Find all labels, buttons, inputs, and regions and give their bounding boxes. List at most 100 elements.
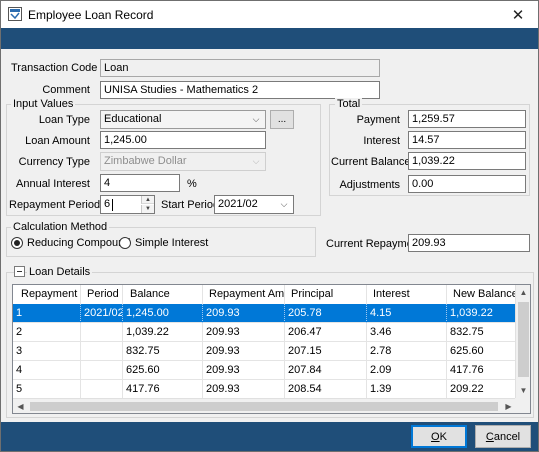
column-header[interactable]: Repayment # — [13, 285, 81, 304]
scroll-thumb[interactable] — [518, 302, 529, 377]
simple-interest-radio[interactable]: Simple Interest — [119, 237, 208, 249]
loan-type-value: Educational — [104, 113, 162, 125]
transaction-code-label: Transaction Code — [11, 62, 98, 74]
loan-type-label: Loan Type — [38, 114, 90, 126]
annual-interest-field[interactable]: 4 — [100, 174, 180, 192]
chevron-down-icon: ⌵ — [252, 114, 260, 124]
ok-button[interactable]: OK — [411, 425, 467, 448]
loan-type-select[interactable]: Educational ⌵ — [100, 110, 266, 129]
chevron-down-icon: ⌵ — [280, 199, 288, 209]
calculation-method-title: Calculation Method — [11, 221, 110, 233]
table-cell: 1 — [13, 304, 81, 323]
currency-type-value: Zimbabwe Dollar — [104, 155, 187, 167]
reducing-compound-label: Reducing Compound — [27, 237, 131, 249]
start-period-label: Start Period — [161, 199, 220, 211]
table-cell: 4 — [13, 361, 81, 380]
window-title: Employee Loan Record — [28, 8, 154, 22]
radio-selected-icon — [11, 237, 23, 249]
table-cell: 209.93 — [203, 361, 285, 380]
interest-label: Interest — [363, 135, 400, 147]
table-cell: 2021/02 — [81, 304, 123, 323]
table-cell: 207.84 — [285, 361, 367, 380]
annual-interest-label: Annual Interest — [16, 178, 90, 190]
table-cell: 4.15 — [367, 304, 447, 323]
scroll-down-icon[interactable]: ▼ — [516, 383, 530, 398]
table-row[interactable]: 2 1,039.22 209.93 206.47 3.46 832.75 — [13, 323, 516, 342]
start-period-select[interactable]: 2021/02 ⌵ — [214, 195, 294, 214]
employee-loan-dialog: Employee Loan Record ✕ Transaction Code … — [0, 0, 539, 452]
table-cell: 206.47 — [285, 323, 367, 342]
table-cell: 209.93 — [203, 342, 285, 361]
app-icon — [8, 7, 22, 21]
loan-details-grid[interactable]: Repayment # Period Balance Repayment Amn… — [12, 284, 531, 414]
cancel-label-rest: ancel — [493, 430, 521, 443]
table-row[interactable]: 5 417.76 209.93 208.54 1.39 209.22 — [13, 380, 516, 399]
table-cell: 209.93 — [203, 380, 285, 399]
column-header[interactable]: New Balance — [447, 285, 516, 304]
payment-field[interactable]: 1,259.57 — [408, 110, 526, 128]
loan-type-browse-button[interactable]: ... — [270, 110, 294, 129]
ok-accelerator: O — [431, 430, 440, 443]
current-balance-label: Current Balance — [331, 156, 411, 168]
scroll-right-icon[interactable]: ▶ — [501, 399, 516, 413]
column-header[interactable]: Principal — [285, 285, 367, 304]
collapse-icon[interactable] — [14, 266, 25, 277]
scroll-thumb[interactable] — [30, 402, 498, 411]
repayment-periods-value: 6 — [104, 198, 111, 210]
adjustments-label: Adjustments — [339, 179, 400, 191]
repayment-periods-stepper[interactable]: 6 ▲ ▼ — [100, 195, 155, 214]
current-balance-field[interactable]: 1,039.22 — [408, 152, 526, 170]
table-cell: 207.15 — [285, 342, 367, 361]
comment-field[interactable]: UNISA Studies - Mathematics 2 — [100, 81, 380, 99]
scroll-up-icon[interactable]: ▲ — [516, 285, 530, 300]
scroll-left-icon[interactable]: ◀ — [13, 399, 28, 413]
table-cell: 209.93 — [203, 323, 285, 342]
table-row[interactable]: 4 625.60 209.93 207.84 2.09 417.76 — [13, 361, 516, 380]
scrollbar-corner — [515, 398, 530, 413]
adjustments-field[interactable]: 0.00 — [408, 175, 526, 193]
close-button[interactable]: ✕ — [498, 1, 538, 28]
vertical-scrollbar[interactable]: ▲ ▼ — [515, 285, 530, 398]
percent-unit: % — [187, 178, 197, 190]
table-cell — [81, 323, 123, 342]
header-band — [1, 28, 538, 49]
title-bar: Employee Loan Record ✕ — [1, 1, 538, 28]
transaction-code-field[interactable]: Loan — [100, 59, 380, 77]
table-cell: 1,039.22 — [447, 304, 516, 323]
table-cell: 1.39 — [367, 380, 447, 399]
table-row[interactable]: 1 2021/02 1,245.00 209.93 205.78 4.15 1,… — [13, 304, 516, 323]
interest-field[interactable]: 14.57 — [408, 131, 526, 149]
stepper-down-icon[interactable]: ▼ — [141, 205, 154, 213]
table-cell: 209.22 — [447, 380, 516, 399]
cancel-button[interactable]: Cancel — [475, 425, 531, 448]
table-cell: 3.46 — [367, 323, 447, 342]
currency-type-select[interactable]: Zimbabwe Dollar ⌵ — [100, 152, 266, 171]
table-cell: 2 — [13, 323, 81, 342]
current-repayment-field[interactable]: 209.93 — [408, 234, 530, 252]
table-cell: 2.09 — [367, 361, 447, 380]
table-cell: 5 — [13, 380, 81, 399]
ok-label-rest: K — [439, 430, 447, 443]
table-cell: 209.93 — [203, 304, 285, 323]
loan-amount-field[interactable]: 1,245.00 — [100, 131, 266, 149]
column-header[interactable]: Interest — [367, 285, 447, 304]
total-title: Total — [335, 98, 363, 110]
table-cell: 832.75 — [123, 342, 203, 361]
column-header[interactable]: Balance — [123, 285, 203, 304]
table-cell: 1,039.22 — [123, 323, 203, 342]
payment-label: Payment — [356, 114, 400, 126]
simple-interest-label: Simple Interest — [135, 237, 209, 249]
column-header[interactable]: Period — [81, 285, 123, 304]
reducing-compound-radio[interactable]: Reducing Compound — [11, 237, 130, 249]
comment-label: Comment — [42, 84, 90, 96]
stepper-up-icon[interactable]: ▲ — [141, 196, 154, 204]
text-caret — [112, 199, 113, 211]
radio-unselected-icon — [119, 237, 131, 249]
table-cell: 417.76 — [123, 380, 203, 399]
horizontal-scrollbar[interactable]: ◀ ▶ — [13, 398, 516, 413]
table-cell: 625.60 — [447, 342, 516, 361]
column-header[interactable]: Repayment Amnt — [203, 285, 285, 304]
table-cell: 1,245.00 — [123, 304, 203, 323]
table-row[interactable]: 3 832.75 209.93 207.15 2.78 625.60 — [13, 342, 516, 361]
loan-details-title: Loan Details — [27, 266, 93, 278]
